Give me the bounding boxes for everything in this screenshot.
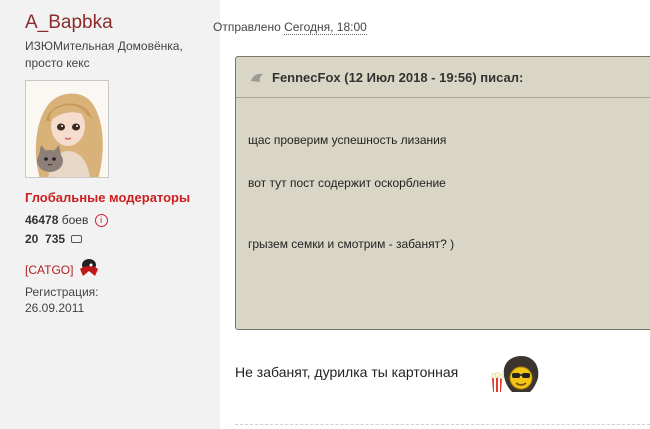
- battles-count: 46478: [25, 213, 59, 227]
- user-group: Глобальные модераторы: [25, 190, 191, 205]
- avatar-image: [26, 81, 108, 177]
- message-icon: [71, 234, 83, 243]
- user-sidebar: A_Bapbka ИЗЮМительная Домовёнка, просто …: [0, 0, 220, 429]
- quote-line: вот тут пост содержит оскорбление: [248, 176, 446, 190]
- registration-date: 26.09.2011: [25, 301, 85, 315]
- clan-badge-icon[interactable]: [77, 257, 101, 284]
- messages-stat: 20 735: [25, 232, 83, 246]
- registration-label: Регистрация:: [25, 285, 99, 299]
- messages-count: 20 735: [25, 232, 66, 246]
- post-date-link[interactable]: Сегодня, 18:00: [284, 20, 367, 35]
- post-divider: [235, 424, 650, 425]
- post-meta: Отправлено Сегодня, 18:00: [213, 20, 367, 35]
- quote-line: грызем семки и смотрим - забанят? ): [248, 237, 455, 251]
- battles-stat: 46478 боев i: [25, 213, 108, 228]
- avatar[interactable]: [25, 80, 109, 178]
- quote-author: FennecFox (12 Июл 2018 - 19:56) писал:: [272, 70, 524, 85]
- quote-header: FennecFox (12 Июл 2018 - 19:56) писал:: [236, 57, 650, 98]
- info-icon[interactable]: i: [94, 214, 108, 228]
- clan-tag-link[interactable]: [CATGO]: [25, 263, 73, 277]
- popcorn-smiley-icon: [490, 354, 544, 399]
- quote-line: щас проверим успешность лизания: [248, 133, 447, 147]
- battles-label: боев: [61, 213, 89, 227]
- quote-block: FennecFox (12 Июл 2018 - 19:56) писал: щ…: [235, 56, 650, 330]
- username-link[interactable]: A_Bapbka: [25, 12, 113, 34]
- post-reply-text: Не забанят, дурилка ты картонная: [235, 364, 459, 380]
- quote-icon[interactable]: [250, 71, 264, 89]
- user-title: ИЗЮМительная Домовёнка, просто кекс: [25, 39, 183, 70]
- sent-label: Отправлено: [213, 20, 281, 34]
